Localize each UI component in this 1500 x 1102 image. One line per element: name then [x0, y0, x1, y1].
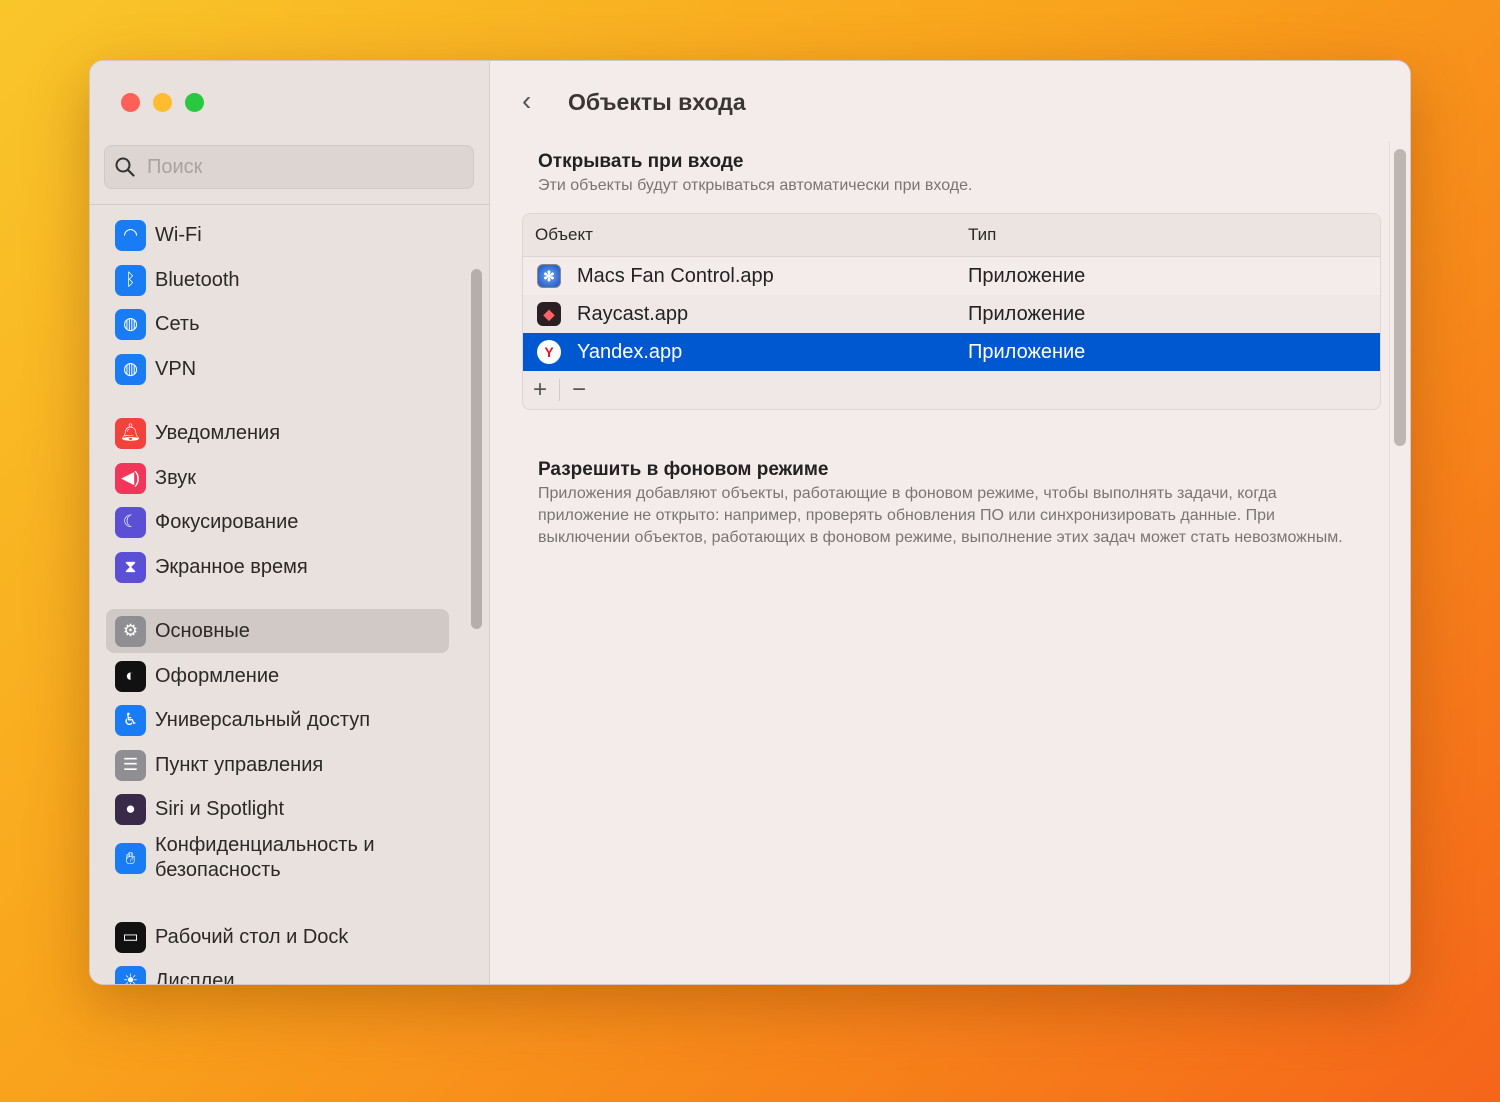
sidebar-item-label: Siri и Spotlight: [155, 797, 285, 820]
appearance-icon: ◐: [115, 660, 146, 692]
sidebar-item[interactable]: ♿︎ Универсальный доступ: [106, 698, 449, 742]
sidebar-item-label: Оформление: [155, 664, 280, 687]
sidebar-item-label: Дисплеи: [155, 969, 235, 985]
background-title: Разрешить в фоновом режиме: [538, 459, 829, 480]
sidebar-item[interactable]: ✋︎ Конфиденциальность и безопасность: [106, 828, 449, 888]
sidebar-item-label: Рабочий стол и Dock: [155, 925, 349, 948]
sidebar-item[interactable]: ◠ Wi-Fi: [106, 213, 449, 257]
sidebar-item[interactable]: ◍ Сеть: [106, 302, 449, 346]
page-title: Объекты входа: [568, 89, 746, 115]
row-name: Macs Fan Control.app: [577, 264, 774, 287]
search-placeholder: Поиск: [147, 155, 203, 178]
sidebar-item[interactable]: ● Siri и Spotlight: [106, 787, 449, 831]
accessibility-icon: ♿︎: [115, 704, 146, 736]
login-items-table: Объект Тип ✻ Macs Fan Control.app Приложе…: [522, 213, 1381, 410]
sidebar-item[interactable]: ◍ VPN: [106, 347, 449, 391]
sidebar-item-label: Bluetooth: [155, 268, 240, 291]
siri-icon: ●: [115, 793, 146, 825]
open-at-login-title: Открывать при входе: [538, 151, 744, 172]
bluetooth-icon: ᛒ: [115, 264, 146, 296]
column-header-type[interactable]: Тип: [968, 225, 996, 245]
sidebar-item[interactable]: ▭ Рабочий стол и Dock: [106, 915, 449, 959]
open-at-login-subtitle: Эти объекты будут открываться автоматиче…: [538, 177, 973, 194]
column-header-object[interactable]: Объект: [523, 225, 968, 245]
row-type: Приложение: [968, 340, 1086, 363]
hand-icon: ✋︎: [115, 842, 146, 874]
sun-icon: ☀: [115, 965, 146, 984]
speaker-icon: ◀): [115, 462, 146, 494]
macs-fan-control-icon: ✻: [537, 264, 561, 288]
row-type: Приложение: [968, 264, 1086, 287]
sidebar-item[interactable]: ☀ Дисплеи: [106, 959, 449, 985]
wifi-icon: ◠: [115, 219, 146, 251]
vpn-icon: ◍: [115, 353, 146, 385]
add-button[interactable]: +: [533, 376, 547, 404]
raycast-icon: ◆: [537, 302, 561, 326]
table-row-selected[interactable]: Y Yandex.app Приложение: [523, 333, 1380, 371]
scroll-track: [1389, 141, 1390, 984]
sidebar-item-label: Уведомления: [155, 421, 281, 444]
hourglass-icon: ⧗: [115, 551, 146, 583]
sidebar-item[interactable]: ◐ Оформление: [106, 654, 449, 698]
sidebar-item[interactable]: ☾ Фокусирование: [106, 500, 449, 544]
close-button[interactable]: [121, 93, 140, 112]
sidebar-scrollbar[interactable]: [471, 269, 482, 629]
sidebar-item-label: VPN: [155, 357, 197, 380]
divider: [90, 204, 490, 205]
remove-button[interactable]: −: [572, 376, 586, 404]
minimize-button[interactable]: [153, 93, 172, 112]
toggles-icon: ☰: [115, 749, 146, 781]
table-header: Объект Тип: [523, 214, 1380, 257]
sidebar-item[interactable]: ⧗ Экранное время: [106, 545, 449, 589]
sidebar-item-label: Основные: [155, 619, 250, 642]
gear-icon: ⚙: [115, 615, 146, 647]
sidebar-item-label: Wi-Fi: [155, 223, 202, 246]
row-type: Приложение: [968, 302, 1086, 325]
sidebar-item-label: Универсальный доступ: [155, 708, 371, 731]
sidebar-item-label: Пункт управления: [155, 753, 324, 776]
background-description: Приложения добавляют объекты, работающие…: [538, 485, 1343, 546]
sidebar: Поиск ◠ Wi-Fi ᛒ Bluetooth ◍ Сеть ◍ VPN 🔔︎ Уведомл…: [90, 61, 490, 984]
sidebar-item-label: Экранное время: [155, 555, 308, 578]
table-toolbar: + −: [523, 371, 1380, 409]
table-row[interactable]: ◆ Raycast.app Приложение: [523, 295, 1380, 333]
globe-icon: ◍: [115, 308, 146, 340]
yandex-icon: Y: [537, 340, 561, 364]
zoom-button[interactable]: [185, 93, 204, 112]
bell-icon: 🔔︎: [115, 417, 146, 449]
settings-window: Поиск ◠ Wi-Fi ᛒ Bluetooth ◍ Сеть ◍ VPN 🔔︎ Уведомл…: [89, 60, 1411, 985]
sidebar-item-label: Звук: [155, 466, 197, 489]
sidebar-item-label: Фокусирование: [155, 510, 299, 533]
sidebar-item[interactable]: ☰ Пункт управления: [106, 743, 449, 787]
sidebar-item[interactable]: ◀) Звук: [106, 456, 449, 500]
search-icon: [115, 157, 135, 177]
sidebar-item[interactable]: ⚙ Основные: [106, 609, 449, 653]
main-scrollbar[interactable]: [1394, 149, 1406, 446]
sidebar-item-label: Сеть: [155, 312, 200, 335]
row-name: Yandex.app: [577, 340, 683, 363]
dock-icon: ▭: [115, 921, 146, 953]
sidebar-item[interactable]: 🔔︎ Уведомления: [106, 411, 449, 455]
row-name: Raycast.app: [577, 302, 689, 325]
back-button[interactable]: ‹: [522, 85, 531, 117]
search-input[interactable]: Поиск: [104, 145, 474, 189]
sidebar-item[interactable]: ᛒ Bluetooth: [106, 258, 449, 302]
divider: [559, 379, 561, 401]
table-row[interactable]: ✻ Macs Fan Control.app Приложение: [523, 257, 1380, 295]
login-items-pane: ‹ Объекты входа Открывать при входе Эти …: [490, 61, 1410, 984]
sidebar-item-label: Конфиденциальность и безопасность: [155, 834, 375, 881]
moon-icon: ☾: [115, 506, 146, 538]
